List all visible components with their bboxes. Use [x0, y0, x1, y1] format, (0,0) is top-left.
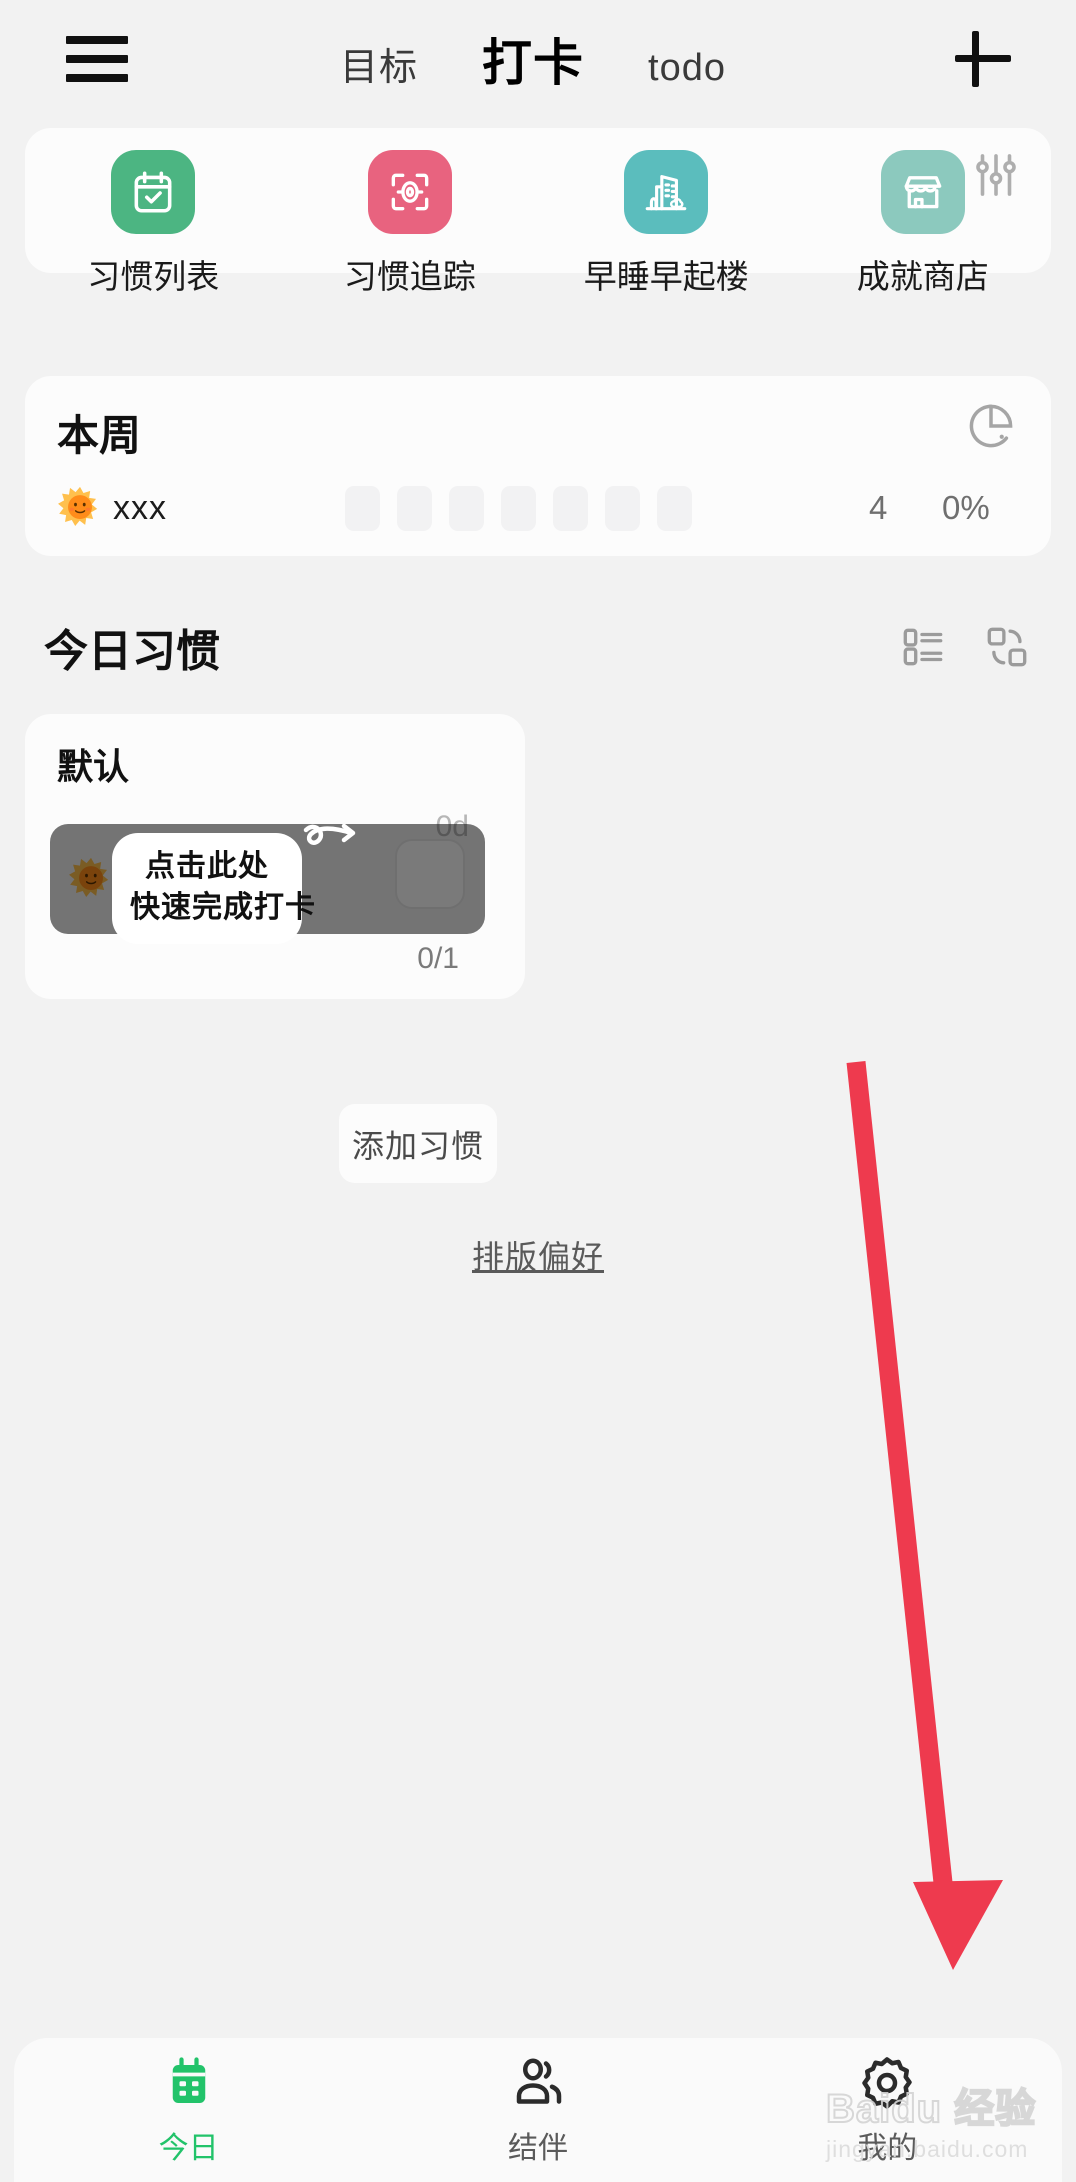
nav-item-today[interactable]: 今日 [14, 2053, 363, 2167]
week-day-cell[interactable] [605, 485, 640, 531]
shortcuts-card: 习惯列表 习惯追踪 早睡早起楼 成就商店 [25, 128, 1051, 295]
list-view-icon[interactable] [898, 622, 948, 672]
tooltip-line-1: 点击此处 [145, 850, 269, 883]
add-habit-container: 添加习惯 [339, 1104, 497, 1183]
tab-todo[interactable]: todo [648, 47, 726, 90]
calendar-check-icon [111, 150, 196, 234]
week-habit-row[interactable]: xxx 4 0% [57, 480, 1019, 536]
nav-item-partner[interactable]: 结伴 [363, 2053, 712, 2167]
week-day-cell[interactable] [657, 485, 692, 531]
shortcut-label: 习惯列表 [87, 258, 220, 295]
coach-mark-tooltip: 点击此处 快速完成打卡 [112, 833, 316, 944]
shortcut-sleep-building[interactable]: 早睡早起楼 [538, 150, 795, 298]
week-day-cell[interactable] [449, 485, 484, 531]
shortcut-label: 成就商店 [856, 258, 989, 295]
layout-preference-link[interactable]: 排版偏好 [0, 1232, 1076, 1278]
tab-goals[interactable]: 目标 [340, 36, 418, 91]
week-count: 4 [869, 489, 888, 526]
shortcut-label: 习惯追踪 [343, 258, 476, 295]
red-down-arrow-annotation [846, 1060, 1003, 1970]
tooltip-line-2: 快速完成打卡 [130, 890, 316, 924]
sliders-settings-icon[interactable] [969, 148, 1023, 202]
pie-chart-icon[interactable] [963, 398, 1019, 454]
week-day-cell[interactable] [553, 485, 588, 531]
building-icon [624, 150, 709, 234]
week-day-cell[interactable] [345, 485, 380, 531]
week-day-cells [345, 485, 692, 531]
shortcut-habit-list[interactable]: 习惯列表 [25, 150, 282, 298]
nav-label: 结伴 [507, 2132, 568, 2165]
nav-item-mine[interactable]: 我的 [713, 2053, 1062, 2167]
bottom-navigation: 今日 结伴 我的 [14, 2038, 1062, 2182]
curved-arrow-icon [300, 820, 380, 880]
people-icon [516, 2058, 562, 2104]
habit-checkbox[interactable] [397, 841, 463, 907]
nav-label: 今日 [158, 2132, 219, 2165]
week-day-cell[interactable] [501, 485, 536, 531]
habit-group-title: 默认 [57, 746, 130, 787]
nav-label: 我的 [857, 2132, 918, 2165]
store-icon [880, 150, 965, 234]
week-percent: 0% [942, 489, 990, 526]
week-summary-card: 本周 xxx 4 0% [25, 376, 1051, 556]
calendar-icon [172, 2057, 205, 2103]
habit-streak-badge: 0d [435, 810, 469, 843]
week-title: 本周 [57, 412, 142, 459]
add-habit-button[interactable]: 添加习惯 [339, 1104, 497, 1183]
page-title: 今日习惯 [44, 627, 220, 676]
today-view-controls [898, 622, 1032, 672]
habit-progress: 0/1 [417, 942, 459, 975]
week-habit-name: xxx [113, 488, 167, 527]
shortcut-habit-track[interactable]: 习惯追踪 [282, 150, 539, 298]
sun-emoji [58, 486, 98, 527]
shortcut-label: 早睡早起楼 [583, 258, 749, 295]
plus-icon[interactable] [948, 24, 1018, 94]
today-section-header: 今日习惯 [44, 618, 1032, 676]
top-header: 目标 打卡 todo [0, 0, 1076, 118]
layout-swap-icon[interactable] [982, 622, 1032, 672]
target-focus-icon [367, 150, 452, 234]
sun-emoji [69, 857, 109, 898]
gear-icon [862, 2057, 913, 2109]
header-tabs: 目标 打卡 todo [118, 23, 948, 95]
tab-checkin[interactable]: 打卡 [482, 23, 584, 95]
app-screen: 目标 打卡 todo 习惯列表 习惯追踪 早睡早起楼 成就商店 本周 xxx 4… [0, 0, 1076, 2182]
week-day-cell[interactable] [397, 485, 432, 531]
